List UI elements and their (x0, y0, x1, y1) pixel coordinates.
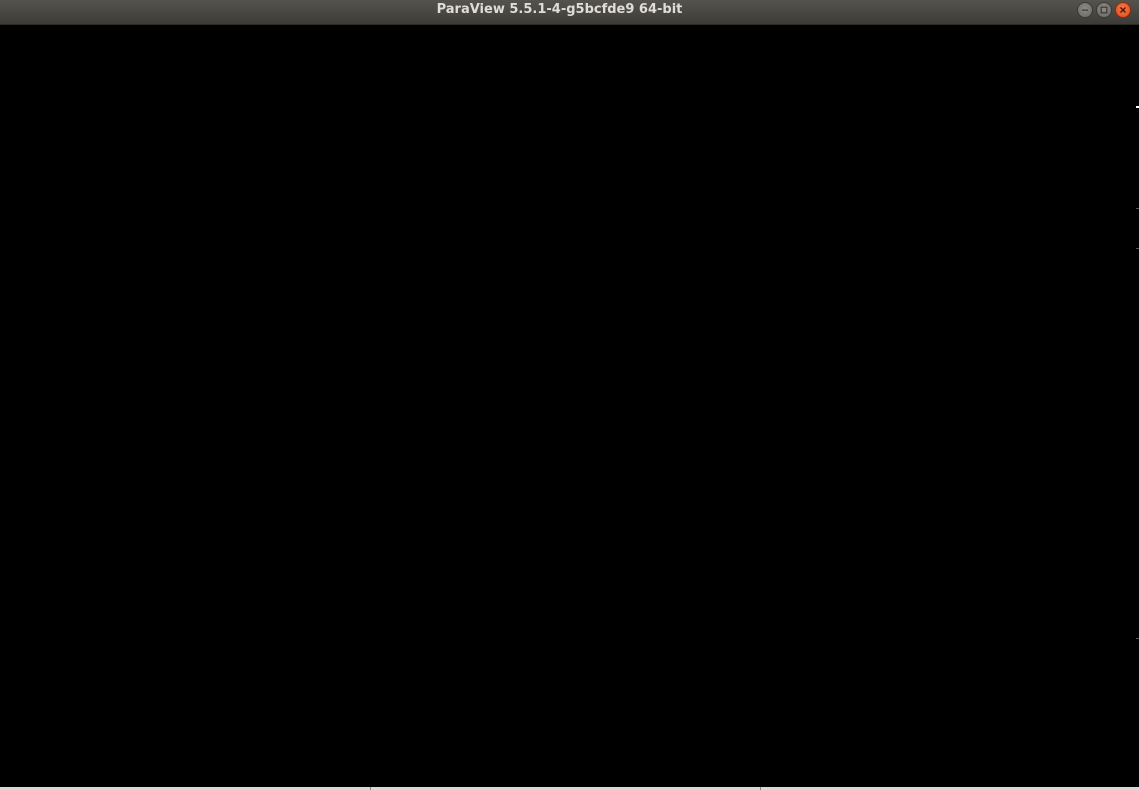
render-view[interactable] (0, 25, 1139, 787)
close-button[interactable] (1115, 2, 1131, 18)
maximize-button[interactable] (1096, 2, 1112, 18)
window-controls (1077, 2, 1131, 18)
minimize-button[interactable] (1077, 2, 1093, 18)
maximize-icon (1100, 6, 1108, 14)
minimize-icon (1082, 9, 1088, 11)
window-titlebar[interactable]: ParaView 5.5.1-4-g5bcfde9 64-bit (0, 0, 1139, 25)
window-title: ParaView 5.5.1-4-g5bcfde9 64-bit (436, 2, 683, 17)
paraview-window: ParaView 5.5.1-4-g5bcfde9 64-bit (0, 0, 1139, 790)
close-icon (1120, 7, 1126, 13)
